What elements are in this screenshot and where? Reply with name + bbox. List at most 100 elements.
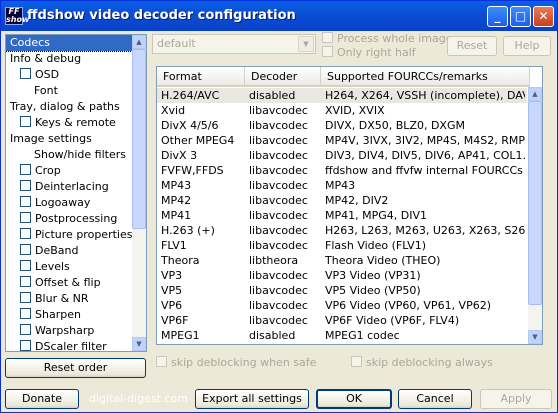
skip-deblocking-always-checkbox[interactable]: skip deblocking always bbox=[351, 356, 493, 370]
table-cell: VP3 bbox=[161, 269, 183, 282]
donate-button[interactable]: Donate bbox=[5, 389, 79, 409]
list-header: Format Decoder Supported FOURCCs/remarks bbox=[157, 67, 530, 87]
checkbox-icon[interactable] bbox=[20, 228, 31, 239]
cancel-button[interactable]: Cancel bbox=[398, 389, 472, 409]
table-cell: DivX 4/5/6 bbox=[161, 119, 219, 132]
table-cell: H.264/AVC bbox=[161, 89, 220, 102]
help-button[interactable]: Help bbox=[503, 36, 551, 56]
process-whole-image-checkbox[interactable]: Process whole image bbox=[322, 32, 453, 46]
checkbox-icon[interactable] bbox=[20, 68, 31, 79]
sidebar-item[interactable]: Show/hide filters bbox=[6, 147, 126, 163]
checkbox-icon[interactable] bbox=[20, 116, 31, 127]
table-cell: DivX 3 bbox=[161, 149, 198, 162]
checkbox-icon[interactable] bbox=[20, 196, 31, 207]
sidebar-item[interactable]: OSD bbox=[6, 67, 59, 83]
table-cell: FVFW,FFDS bbox=[161, 164, 224, 177]
maximize-button[interactable]: □ bbox=[510, 6, 531, 27]
checkbox-icon[interactable] bbox=[20, 324, 31, 335]
table-row[interactable]: VP5 libavcodec VP5 Video (VP50) bbox=[157, 283, 527, 298]
sidebar-item[interactable]: Blur & NR bbox=[6, 291, 89, 307]
table-cell: MP42, DIV2 bbox=[325, 194, 389, 207]
checkbox-icon[interactable] bbox=[20, 212, 31, 223]
table-cell: VP6 bbox=[161, 299, 183, 312]
sidebar-item[interactable]: DScaler filter bbox=[6, 339, 107, 352]
table-row[interactable]: MP41 libavcodec MP41, MPG4, DIV1 bbox=[157, 208, 527, 223]
checkbox-icon[interactable] bbox=[20, 244, 31, 255]
sidebar-item[interactable]: DeBand bbox=[6, 243, 78, 259]
checkbox-icon[interactable] bbox=[20, 276, 31, 287]
table-row[interactable]: Theora libtheora Theora Video (THEO) bbox=[157, 253, 527, 268]
ok-button[interactable]: OK bbox=[316, 389, 392, 409]
sidebar-item[interactable]: Tray, dialog & paths bbox=[6, 99, 120, 115]
codecs-list[interactable]: Format Decoder Supported FOURCCs/remarks… bbox=[156, 66, 543, 345]
sidebar-item[interactable]: Picture properties bbox=[6, 227, 132, 243]
table-row[interactable]: H.264/AVC disabled H264, X264, VSSH (incom… bbox=[157, 88, 527, 103]
checkbox-icon[interactable] bbox=[20, 292, 31, 303]
checkbox-icon[interactable] bbox=[20, 308, 31, 319]
reset-button[interactable]: Reset bbox=[447, 36, 497, 56]
table-row[interactable]: MPEG2disabledMPEG2 codec bbox=[157, 343, 527, 344]
sidebar-item[interactable]: Image settings bbox=[6, 131, 92, 147]
table-row[interactable]: MP43 libavcodec MP43 bbox=[157, 178, 527, 193]
checkbox-icon[interactable] bbox=[20, 164, 31, 175]
table-row[interactable]: VP6 libavcodec VP6 Video (VP60, VP61, VP62… bbox=[157, 298, 527, 313]
minimize-button[interactable]: _ bbox=[487, 6, 508, 27]
sidebar-scrollbar[interactable]: ▲ ▼ bbox=[132, 35, 146, 351]
sidebar-item[interactable]: Warpsharp bbox=[6, 323, 94, 339]
checkbox-icon[interactable] bbox=[20, 340, 31, 351]
sidebar-item[interactable]: Offset & flip bbox=[6, 275, 101, 291]
scroll-thumb[interactable] bbox=[528, 101, 542, 305]
skip-deblocking-safe-checkbox[interactable]: skip deblocking when safe bbox=[156, 356, 316, 370]
column-header-remarks[interactable]: Supported FOURCCs/remarks bbox=[321, 67, 530, 85]
table-row[interactable]: FVFW,FFDS libavcodec ffdshow and ffvfw int… bbox=[157, 163, 527, 178]
sidebar-item-label: OSD bbox=[35, 68, 60, 81]
close-button[interactable]: ✕ bbox=[533, 6, 554, 27]
sidebar-item-label: DScaler filter bbox=[35, 340, 107, 352]
table-cell: VP5 bbox=[161, 284, 183, 297]
preset-dropdown[interactable]: default ▼ bbox=[152, 34, 316, 54]
sidebar-item[interactable]: Levels bbox=[6, 259, 70, 275]
table-cell: libavcodec bbox=[249, 149, 308, 162]
only-right-half-label: Only right half bbox=[337, 46, 416, 59]
sidebar-item[interactable]: Info & debug bbox=[6, 51, 81, 67]
sidebar-item[interactable]: Logoaway bbox=[6, 195, 90, 211]
scroll-up-icon[interactable]: ▲ bbox=[132, 35, 146, 49]
column-header-decoder[interactable]: Decoder bbox=[245, 67, 321, 85]
only-right-half-checkbox[interactable]: Only right half bbox=[322, 46, 416, 60]
sidebar-item[interactable]: Sharpen bbox=[6, 307, 81, 323]
table-cell: libavcodec bbox=[249, 239, 308, 252]
scroll-thumb[interactable] bbox=[132, 49, 146, 229]
checkbox-icon[interactable] bbox=[20, 260, 31, 271]
column-header-format[interactable]: Format bbox=[157, 67, 245, 85]
sidebar-item[interactable]: Keys & remote bbox=[6, 115, 116, 131]
table-cell: VP6F bbox=[161, 314, 189, 327]
scroll-down-icon[interactable]: ▼ bbox=[132, 337, 146, 351]
title-bar[interactable]: FF show ffdshow video decoder configurati… bbox=[1, 1, 557, 31]
export-all-settings-button[interactable]: Export all settings bbox=[195, 389, 309, 409]
table-cell: H.263 (+) bbox=[161, 224, 215, 237]
list-scrollbar[interactable]: ▲ ▼ bbox=[528, 87, 542, 344]
sidebar-item[interactable]: Font bbox=[6, 83, 58, 99]
scroll-down-icon[interactable]: ▼ bbox=[528, 330, 542, 344]
sidebar-item[interactable]: Postprocessing bbox=[6, 211, 117, 227]
table-row[interactable]: VP6F libavcodec VP6F Video (VP6F, FLV4) bbox=[157, 313, 527, 328]
table-row[interactable]: DivX 3 libavcodec DIV3, DIV4, DIV5, DIV6, … bbox=[157, 148, 527, 163]
table-row[interactable]: VP3 libavcodec VP3 Video (VP31) bbox=[157, 268, 527, 283]
sidebar-item[interactable]: Deinterlacing bbox=[6, 179, 109, 195]
table-row[interactable]: FLV1 libavcodec Flash Video (FLV1) bbox=[157, 238, 527, 253]
table-row[interactable]: MPEG1 disabled MPEG1 codec bbox=[157, 328, 527, 343]
table-row[interactable]: MP42 libavcodec MP42, DIV2 bbox=[157, 193, 527, 208]
table-row[interactable]: DivX 4/5/6 libavcodec DIVX, DX50, BLZ0, DX… bbox=[157, 118, 527, 133]
table-row[interactable]: H.263 (+) libavcodec H263, L263, M263, U26… bbox=[157, 223, 527, 238]
checkbox-icon[interactable] bbox=[20, 180, 31, 191]
sidebar-item-label: Info & debug bbox=[10, 52, 82, 65]
table-row[interactable]: Other MPEG4 libavcodec MP4V, 3IVX, 3IV2, M… bbox=[157, 133, 527, 148]
window-title: ffdshow video decoder configuration bbox=[27, 8, 296, 23]
scroll-up-icon[interactable]: ▲ bbox=[528, 87, 542, 101]
sidebar-item[interactable]: Crop bbox=[6, 163, 61, 179]
sidebar-tree[interactable]: Codecs Info & debug OSD Font Tray, dialog & … bbox=[5, 34, 147, 352]
sidebar-item[interactable]: Codecs bbox=[6, 35, 135, 52]
apply-button[interactable]: Apply bbox=[480, 389, 552, 409]
table-row[interactable]: Xvid libavcodec XVID, XVIX bbox=[157, 103, 527, 118]
reset-order-button[interactable]: Reset order bbox=[5, 358, 146, 378]
